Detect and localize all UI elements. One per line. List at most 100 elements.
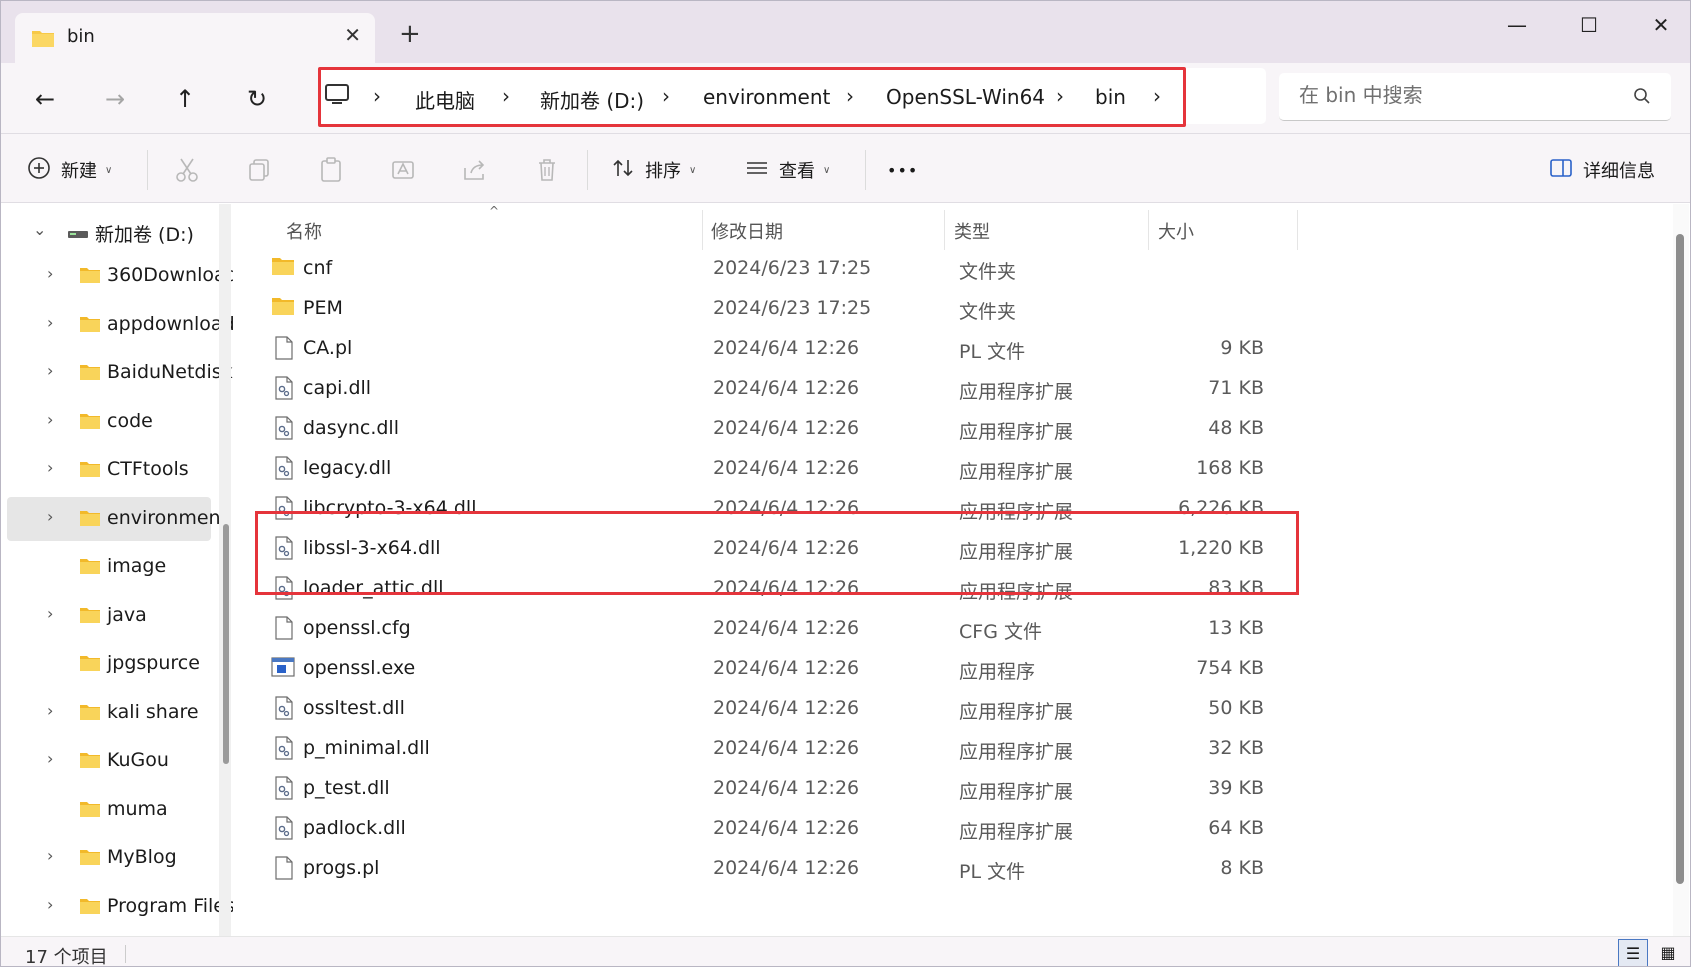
file-name[interactable]: CA.pl	[303, 337, 352, 359]
title-bar: bin ✕ + — ☐ ✕	[1, 1, 1690, 63]
cut-icon[interactable]	[173, 156, 201, 184]
table-row[interactable]: legacy.dll 2024/6/4 12:26 应用程序扩展 168 KB	[233, 447, 1293, 490]
new-button[interactable]: 新建 ∨	[27, 156, 112, 185]
minimize-button[interactable]: —	[1494, 9, 1540, 41]
plus-circle-icon	[27, 156, 51, 185]
chevron-right-icon[interactable]: ›	[47, 604, 53, 623]
sidebar-item-folder[interactable]: › MyBlog	[1, 836, 211, 880]
file-name[interactable]: cnf	[303, 257, 332, 279]
file-type: 应用程序扩展	[959, 821, 1074, 843]
dll-icon	[274, 416, 294, 444]
file-name[interactable]: openssl.cfg	[303, 617, 411, 639]
column-header-type[interactable]: 类型	[954, 218, 990, 244]
close-window-button[interactable]: ✕	[1638, 9, 1684, 41]
column-divider[interactable]	[944, 210, 945, 250]
table-row[interactable]: PEM 2024/6/23 17:25 文件夹	[233, 287, 1293, 330]
column-divider[interactable]	[702, 210, 703, 250]
table-row[interactable]: ossltest.dll 2024/6/4 12:26 应用程序扩展 50 KB	[233, 687, 1293, 730]
file-name[interactable]: PEM	[303, 297, 343, 319]
up-button[interactable]: ↑	[167, 81, 203, 117]
table-row[interactable]: progs.pl 2024/6/4 12:26 PL 文件 8 KB	[233, 847, 1293, 890]
file-date: 2024/6/4 12:26	[713, 817, 860, 839]
chevron-right-icon[interactable]: ›	[47, 846, 53, 865]
file-date: 2024/6/23 17:25	[713, 297, 872, 319]
file-name[interactable]: legacy.dll	[303, 457, 391, 479]
table-row[interactable]: cnf 2024/6/23 17:25 文件夹	[233, 247, 1293, 290]
back-button[interactable]: ←	[27, 81, 63, 117]
search-icon[interactable]	[1633, 87, 1651, 109]
table-row[interactable]: openssl.cfg 2024/6/4 12:26 CFG 文件 13 KB	[233, 607, 1293, 650]
details-view-button[interactable]: ☰	[1618, 939, 1648, 966]
chevron-right-icon[interactable]: ›	[47, 264, 53, 283]
view-button[interactable]: 查看 ∨	[745, 158, 830, 182]
delete-icon[interactable]	[533, 156, 561, 184]
sidebar-item-folder[interactable]: › BaiduNetdisk	[1, 351, 233, 395]
rename-icon[interactable]	[389, 156, 417, 184]
sidebar-item-folder[interactable]: › KuGou	[1, 739, 211, 783]
file-name[interactable]: dasync.dll	[303, 417, 399, 439]
new-tab-button[interactable]: +	[399, 21, 421, 47]
file-type: 应用程序	[959, 661, 1036, 683]
file-name[interactable]: ossltest.dll	[303, 697, 405, 719]
chevron-right-icon[interactable]: ›	[47, 507, 53, 526]
column-divider[interactable]	[1297, 210, 1298, 250]
table-row[interactable]: padlock.dll 2024/6/4 12:26 应用程序扩展 64 KB	[233, 807, 1293, 850]
chevron-right-icon[interactable]: ›	[47, 361, 53, 380]
file-name[interactable]: capi.dll	[303, 377, 371, 399]
chevron-right-icon[interactable]: ›	[47, 895, 53, 914]
details-pane-button[interactable]: 详细信息	[1549, 158, 1655, 182]
table-row[interactable]: CA.pl 2024/6/4 12:26 PL 文件 9 KB	[233, 327, 1293, 370]
file-size: 48 KB	[1208, 417, 1264, 439]
file-date: 2024/6/4 12:26	[713, 777, 860, 799]
sidebar-item-folder[interactable]: › kali share	[1, 691, 211, 735]
search-box[interactable]	[1279, 73, 1671, 121]
sidebar-item-folder[interactable]: › appdownload	[1, 303, 233, 347]
sidebar-item-folder[interactable]: › CTFtools	[1, 448, 211, 492]
sidebar-item-folder[interactable]: › java	[1, 594, 211, 638]
chevron-right-icon[interactable]: ›	[47, 313, 53, 332]
table-row[interactable]: capi.dll 2024/6/4 12:26 应用程序扩展 71 KB	[233, 367, 1293, 410]
search-input[interactable]	[1299, 83, 1619, 107]
sidebar-item-folder[interactable]: jpgspurce	[1, 642, 211, 686]
table-row[interactable]: openssl.exe 2024/6/4 12:26 应用程序 754 KB	[233, 647, 1293, 690]
sidebar-item-folder[interactable]: muma	[1, 788, 211, 832]
maximize-button[interactable]: ☐	[1566, 9, 1612, 41]
dll-icon	[274, 776, 294, 804]
column-header-date[interactable]: 修改日期	[711, 218, 783, 244]
chevron-right-icon[interactable]: ›	[47, 410, 53, 429]
sidebar-item-folder[interactable]: › code	[1, 400, 211, 444]
sort-button[interactable]: 排序 ∨	[611, 158, 696, 182]
file-name[interactable]: progs.pl	[303, 857, 379, 879]
forward-button[interactable]: →	[97, 81, 133, 117]
sidebar-item-folder[interactable]: › environment	[7, 496, 228, 541]
sidebar-item-folder[interactable]: image	[1, 545, 211, 589]
sidebar-scrollbar-thumb[interactable]	[223, 524, 229, 764]
file-name[interactable]: padlock.dll	[303, 817, 406, 839]
column-header-size[interactable]: 大小	[1158, 218, 1194, 244]
file-list-scrollbar-thumb[interactable]	[1676, 234, 1684, 884]
tab-bin[interactable]: bin ✕	[15, 13, 375, 63]
chevron-down-icon[interactable]: ⌄	[33, 220, 46, 239]
sidebar-item-drive-d[interactable]: ⌄ 新加卷 (D:)	[1, 210, 211, 254]
more-options-button[interactable]: •••	[887, 158, 918, 182]
chevron-right-icon[interactable]: ›	[47, 701, 53, 720]
table-row[interactable]: p_minimal.dll 2024/6/4 12:26 应用程序扩展 32 KB	[233, 727, 1293, 770]
refresh-button[interactable]: ↻	[239, 81, 275, 117]
share-icon[interactable]	[461, 156, 489, 184]
chevron-right-icon[interactable]: ›	[47, 749, 53, 768]
sidebar-item-folder[interactable]: › Program Files	[1, 885, 233, 929]
file-name[interactable]: openssl.exe	[303, 657, 415, 679]
column-divider[interactable]	[1148, 210, 1149, 250]
chevron-right-icon[interactable]: ›	[47, 458, 53, 477]
copy-icon[interactable]	[245, 156, 273, 184]
tiles-view-button[interactable]: ▦	[1653, 939, 1683, 966]
tab-close-icon[interactable]: ✕	[344, 23, 361, 47]
paste-icon[interactable]	[317, 156, 345, 184]
file-name[interactable]: p_test.dll	[303, 777, 390, 799]
column-header-name[interactable]: 名称	[286, 218, 322, 244]
sidebar-item-label: appdownload	[107, 312, 233, 335]
file-name[interactable]: p_minimal.dll	[303, 737, 430, 759]
table-row[interactable]: p_test.dll 2024/6/4 12:26 应用程序扩展 39 KB	[233, 767, 1293, 810]
table-row[interactable]: dasync.dll 2024/6/4 12:26 应用程序扩展 48 KB	[233, 407, 1293, 450]
sidebar-item-folder[interactable]: › 360Download	[1, 254, 233, 298]
